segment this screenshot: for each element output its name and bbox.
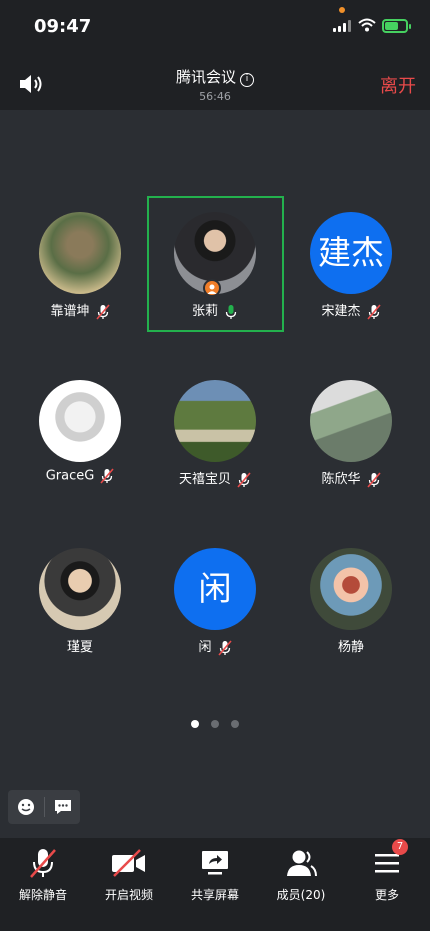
members-icon [287, 850, 317, 877]
participant-name: 闲 [198, 640, 212, 655]
participant-name-row: 宋建杰 [291, 300, 411, 320]
mic-muted-icon [95, 303, 110, 320]
participant-tile[interactable]: 靠谱坤 [20, 212, 140, 320]
meeting-title: 腾讯会议 [175, 68, 236, 86]
wifi-icon [358, 18, 376, 32]
members-button[interactable]: 成员(20) [258, 846, 344, 903]
avatar: 闲 [174, 548, 256, 630]
host-icon [203, 279, 221, 297]
participant-name: GraceG [45, 468, 95, 484]
participant-tile[interactable]: GraceG [20, 380, 140, 484]
participant-name: 陈欣华 [321, 472, 361, 487]
meeting-title-row[interactable]: 腾讯会议 i [0, 66, 430, 87]
mic-muted-icon [217, 639, 232, 656]
page-dot[interactable] [191, 720, 199, 728]
start-video-label: 开启视频 [104, 888, 153, 902]
participant-name-row: 张莉 [155, 300, 275, 320]
avatar [39, 548, 121, 630]
cellular-signal-icon [333, 20, 353, 32]
notification-badge: 7 [392, 839, 408, 855]
page-dot[interactable] [211, 720, 219, 728]
privacy-indicator-icon [339, 7, 345, 13]
chat-bar-divider [44, 797, 45, 817]
avatar [310, 380, 392, 462]
avatar [39, 380, 121, 462]
share-screen-button[interactable]: 共享屏幕 [172, 846, 258, 903]
participant-name: 宋建杰 [321, 304, 361, 319]
participant-name: 杨静 [337, 640, 364, 655]
mic-active-icon [225, 304, 237, 319]
video-off-icon [112, 849, 145, 877]
avatar: 建杰 [310, 212, 392, 294]
mic-muted-icon [237, 471, 251, 488]
unmute-button[interactable]: 解除静音 [0, 846, 86, 903]
battery-icon [382, 19, 411, 33]
participant-name-row: 天禧宝贝 [155, 468, 275, 488]
participant-name: 靠谱坤 [50, 304, 90, 319]
members-label: 成员(20) [276, 888, 326, 902]
meeting-header: 腾讯会议 i 56:46 离开 [0, 54, 430, 110]
participant-name: 天禧宝贝 [178, 472, 231, 487]
more-label: 更多 [374, 888, 399, 902]
participant-name-row: 闲 [155, 636, 275, 656]
participant-name-row: 杨静 [291, 636, 411, 655]
info-icon[interactable]: i [240, 73, 254, 87]
mic-muted-icon [100, 468, 114, 484]
status-bar: 09:47 [0, 0, 430, 54]
chat-bar [8, 790, 80, 824]
avatar [310, 548, 392, 630]
participant-name-row: 瑾夏 [20, 636, 140, 655]
page-dot[interactable] [231, 720, 239, 728]
participant-tile[interactable]: 建杰宋建杰 [291, 212, 411, 320]
start-video-button[interactable]: 开启视频 [86, 846, 172, 903]
participant-name-row: 陈欣华 [291, 468, 411, 488]
participant-name: 瑾夏 [66, 640, 93, 655]
participant-name: 张莉 [191, 304, 218, 319]
participant-tile[interactable]: 张莉 [155, 212, 275, 320]
unmute-label: 解除静音 [18, 888, 67, 902]
avatar [39, 212, 121, 294]
participant-name-row: GraceG [20, 468, 140, 484]
share-screen-label: 共享屏幕 [190, 888, 239, 902]
meeting-duration: 56:46 [199, 90, 231, 103]
participant-tile[interactable]: 杨静 [291, 548, 411, 655]
page-indicator[interactable] [0, 713, 430, 732]
avatar [174, 380, 256, 462]
mic-muted-icon [366, 303, 381, 320]
emoji-icon[interactable] [17, 798, 35, 816]
participant-tile[interactable]: 天禧宝贝 [155, 380, 275, 488]
leave-button[interactable]: 离开 [380, 72, 416, 98]
bottom-toolbar: 解除静音 开启视频 共享屏幕 成员(20) 更多 [0, 838, 430, 931]
participant-tile[interactable]: 闲闲 [155, 548, 275, 656]
mic-muted-icon [30, 849, 56, 878]
share-screen-icon [202, 851, 228, 875]
participant-tile[interactable]: 瑾夏 [20, 548, 140, 655]
status-time: 09:47 [34, 16, 92, 37]
more-button[interactable]: 更多 [344, 846, 430, 903]
participant-name-row: 靠谱坤 [20, 300, 140, 320]
participant-tile[interactable]: 陈欣华 [291, 380, 411, 488]
mic-muted-icon [366, 471, 381, 488]
chat-icon[interactable] [54, 799, 72, 815]
